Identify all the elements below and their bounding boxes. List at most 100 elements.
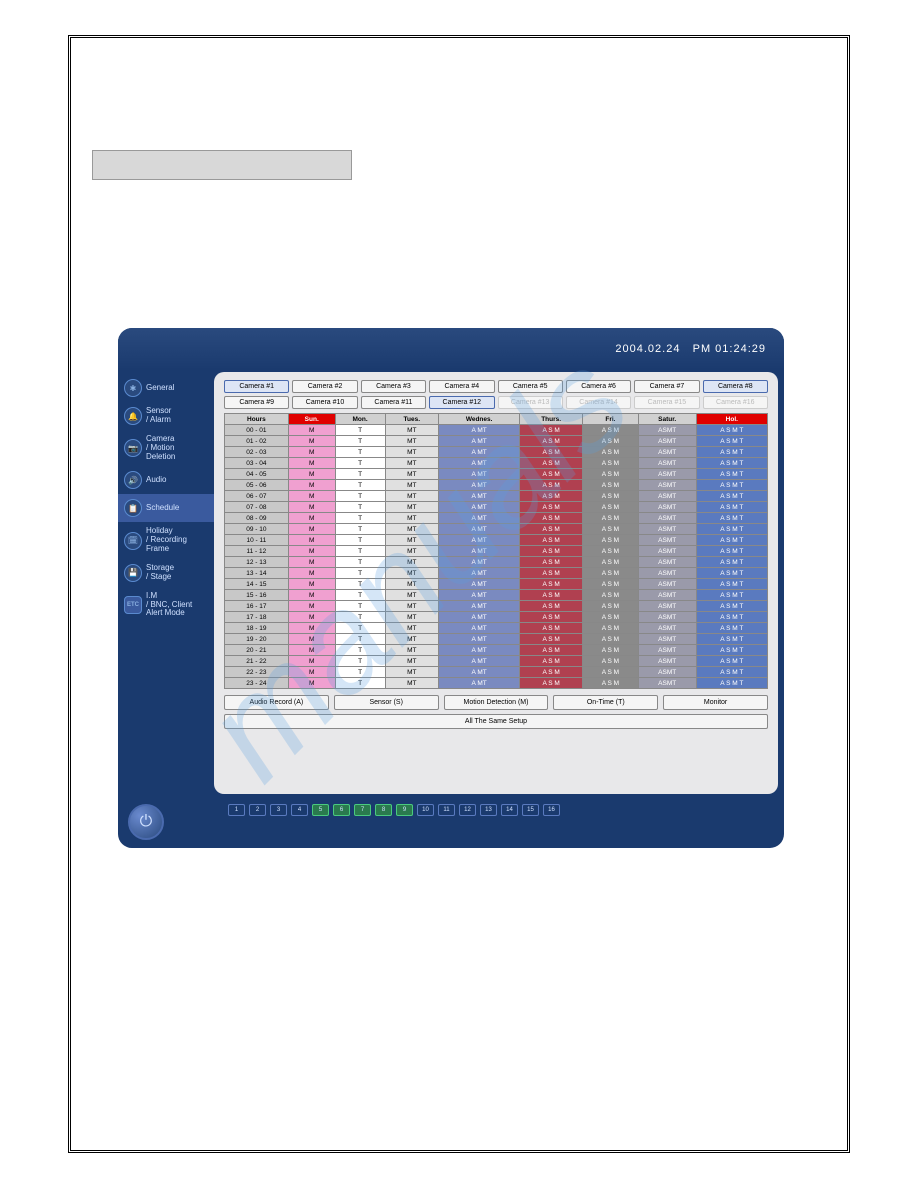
schedule-cell[interactable]: MT <box>385 656 439 667</box>
schedule-cell[interactable]: ASMT <box>638 568 696 579</box>
schedule-cell[interactable]: A S M <box>583 634 639 645</box>
schedule-cell[interactable]: MT <box>385 634 439 645</box>
schedule-cell[interactable]: A S M <box>520 546 583 557</box>
schedule-cell[interactable]: T <box>335 590 385 601</box>
camera-button[interactable]: Camera #4 <box>429 380 494 393</box>
schedule-cell[interactable]: A S M <box>583 568 639 579</box>
schedule-cell[interactable]: A S M T <box>696 590 767 601</box>
channel-indicator-10[interactable]: 10 <box>417 804 434 816</box>
channel-indicator-15[interactable]: 15 <box>522 804 539 816</box>
schedule-cell[interactable]: A S M <box>583 667 639 678</box>
schedule-cell[interactable]: MT <box>385 469 439 480</box>
schedule-cell[interactable]: T <box>335 678 385 689</box>
schedule-cell[interactable]: A S M <box>520 656 583 667</box>
schedule-cell[interactable]: MT <box>385 612 439 623</box>
all-same-setup-button[interactable]: All The Same Setup <box>224 714 768 729</box>
schedule-cell[interactable]: MT <box>385 513 439 524</box>
power-button[interactable]: ⏻ <box>128 804 164 840</box>
camera-button[interactable]: Camera #7 <box>634 380 699 393</box>
schedule-cell[interactable]: A S M <box>520 645 583 656</box>
schedule-cell[interactable]: A S M <box>520 612 583 623</box>
sidebar-item-4[interactable]: 📋Schedule <box>118 494 214 522</box>
camera-button[interactable]: Camera #12 <box>429 396 494 409</box>
schedule-cell[interactable]: T <box>335 546 385 557</box>
schedule-cell[interactable]: T <box>335 557 385 568</box>
channel-indicator-12[interactable]: 12 <box>459 804 476 816</box>
channel-indicator-5[interactable]: 5 <box>312 804 329 816</box>
schedule-cell[interactable]: T <box>335 579 385 590</box>
schedule-cell[interactable]: M <box>288 458 335 469</box>
schedule-cell[interactable]: M <box>288 502 335 513</box>
schedule-cell[interactable]: M <box>288 535 335 546</box>
schedule-cell[interactable]: MT <box>385 645 439 656</box>
sidebar-item-7[interactable]: ETCI.M / BNC, Client Alert Mode <box>118 587 214 623</box>
camera-button[interactable]: Camera #9 <box>224 396 289 409</box>
camera-button[interactable]: Camera #8 <box>703 380 768 393</box>
schedule-cell[interactable]: A MT <box>439 425 520 436</box>
schedule-cell[interactable]: ASMT <box>638 601 696 612</box>
schedule-cell[interactable]: A S M <box>520 491 583 502</box>
schedule-cell[interactable]: T <box>335 656 385 667</box>
schedule-cell[interactable]: M <box>288 436 335 447</box>
schedule-cell[interactable]: A S M <box>520 557 583 568</box>
schedule-cell[interactable]: M <box>288 546 335 557</box>
schedule-cell[interactable]: M <box>288 447 335 458</box>
on-time-button[interactable]: On-Time (T) <box>553 695 658 710</box>
schedule-cell[interactable]: A MT <box>439 645 520 656</box>
schedule-cell[interactable]: A S M T <box>696 612 767 623</box>
schedule-cell[interactable]: A S M <box>520 579 583 590</box>
camera-button[interactable]: Camera #11 <box>361 396 426 409</box>
schedule-cell[interactable]: A S M <box>520 502 583 513</box>
schedule-cell[interactable]: ASMT <box>638 436 696 447</box>
schedule-cell[interactable]: MT <box>385 623 439 634</box>
schedule-cell[interactable]: A S M <box>583 502 639 513</box>
schedule-cell[interactable]: A S M <box>583 425 639 436</box>
schedule-cell[interactable]: A MT <box>439 480 520 491</box>
schedule-cell[interactable]: ASMT <box>638 480 696 491</box>
schedule-cell[interactable]: A S M <box>520 590 583 601</box>
schedule-cell[interactable]: A S M <box>583 436 639 447</box>
schedule-cell[interactable]: A S M <box>520 623 583 634</box>
schedule-cell[interactable]: A S M <box>520 513 583 524</box>
schedule-cell[interactable]: MT <box>385 590 439 601</box>
schedule-cell[interactable]: A S M <box>520 480 583 491</box>
channel-indicator-14[interactable]: 14 <box>501 804 518 816</box>
schedule-cell[interactable]: ASMT <box>638 667 696 678</box>
schedule-cell[interactable]: MT <box>385 436 439 447</box>
schedule-cell[interactable]: M <box>288 645 335 656</box>
schedule-cell[interactable]: A MT <box>439 524 520 535</box>
schedule-cell[interactable]: A MT <box>439 612 520 623</box>
schedule-cell[interactable]: A S M <box>583 601 639 612</box>
schedule-cell[interactable]: A MT <box>439 568 520 579</box>
schedule-cell[interactable]: ASMT <box>638 645 696 656</box>
schedule-cell[interactable]: A MT <box>439 579 520 590</box>
schedule-cell[interactable]: A S M <box>583 480 639 491</box>
schedule-cell[interactable]: ASMT <box>638 447 696 458</box>
schedule-cell[interactable]: A S M <box>583 447 639 458</box>
schedule-cell[interactable]: MT <box>385 568 439 579</box>
schedule-cell[interactable]: MT <box>385 601 439 612</box>
schedule-cell[interactable]: A MT <box>439 436 520 447</box>
schedule-cell[interactable]: T <box>335 502 385 513</box>
schedule-cell[interactable]: ASMT <box>638 491 696 502</box>
schedule-cell[interactable]: MT <box>385 667 439 678</box>
schedule-cell[interactable]: A S M T <box>696 656 767 667</box>
schedule-cell[interactable]: ASMT <box>638 623 696 634</box>
schedule-cell[interactable]: A S M <box>583 535 639 546</box>
schedule-cell[interactable]: A S M T <box>696 513 767 524</box>
schedule-cell[interactable]: ASMT <box>638 425 696 436</box>
schedule-cell[interactable]: M <box>288 513 335 524</box>
schedule-cell[interactable]: T <box>335 447 385 458</box>
schedule-cell[interactable]: ASMT <box>638 458 696 469</box>
schedule-cell[interactable]: A S M <box>583 524 639 535</box>
schedule-cell[interactable]: ASMT <box>638 612 696 623</box>
schedule-cell[interactable]: A S M <box>520 634 583 645</box>
schedule-cell[interactable]: M <box>288 667 335 678</box>
channel-indicator-8[interactable]: 8 <box>375 804 392 816</box>
channel-indicator-1[interactable]: 1 <box>228 804 245 816</box>
schedule-cell[interactable]: A S M <box>520 447 583 458</box>
channel-indicator-11[interactable]: 11 <box>438 804 455 816</box>
schedule-cell[interactable]: M <box>288 579 335 590</box>
schedule-cell[interactable]: A S M T <box>696 524 767 535</box>
schedule-cell[interactable]: M <box>288 590 335 601</box>
